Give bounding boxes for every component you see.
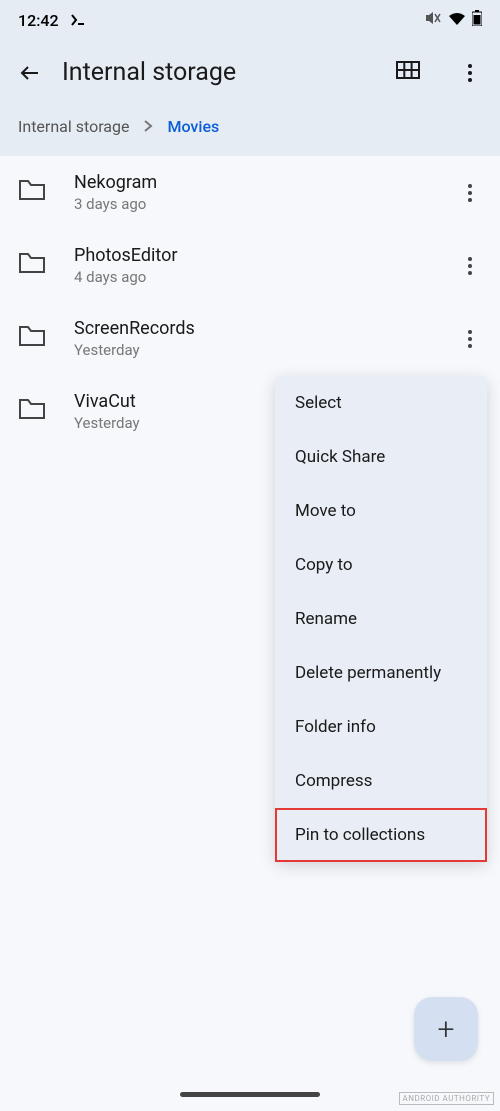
folder-item[interactable]: PhotosEditor 4 days ago bbox=[0, 229, 500, 302]
battery-icon bbox=[472, 10, 482, 30]
folder-item[interactable]: ScreenRecords Yesterday bbox=[0, 302, 500, 375]
terminal-icon bbox=[71, 11, 87, 30]
menu-quick-share[interactable]: Quick Share bbox=[275, 430, 487, 484]
menu-select[interactable]: Select bbox=[275, 376, 487, 430]
add-button[interactable]: + bbox=[414, 997, 478, 1061]
item-menu-button[interactable] bbox=[458, 254, 482, 278]
folder-name: PhotosEditor bbox=[74, 245, 430, 266]
folder-item[interactable]: Nekogram 3 days ago bbox=[0, 156, 500, 229]
status-time: 12:42 bbox=[18, 11, 59, 30]
menu-compress[interactable]: Compress bbox=[275, 754, 487, 808]
breadcrumb: Internal storage Movies bbox=[0, 105, 500, 156]
menu-delete[interactable]: Delete permanently bbox=[275, 646, 487, 700]
folder-icon bbox=[18, 398, 46, 426]
breadcrumb-current[interactable]: Movies bbox=[167, 117, 219, 136]
folder-date: 4 days ago bbox=[74, 268, 430, 286]
wifi-icon bbox=[448, 11, 466, 30]
header: Internal storage bbox=[0, 40, 500, 105]
navigation-handle[interactable] bbox=[180, 1092, 320, 1097]
context-menu: Select Quick Share Move to Copy to Renam… bbox=[275, 376, 487, 862]
folder-date: 3 days ago bbox=[74, 195, 430, 213]
item-menu-button[interactable] bbox=[458, 181, 482, 205]
folder-icon bbox=[18, 325, 46, 353]
menu-copy-to[interactable]: Copy to bbox=[275, 538, 487, 592]
folder-name: Nekogram bbox=[74, 172, 430, 193]
menu-pin-to-collections[interactable]: Pin to collections bbox=[275, 808, 487, 862]
folder-icon bbox=[18, 179, 46, 207]
grid-view-button[interactable] bbox=[396, 61, 420, 85]
folder-icon bbox=[18, 252, 46, 280]
back-button[interactable] bbox=[18, 61, 42, 85]
mute-icon bbox=[424, 10, 442, 30]
item-menu-button[interactable] bbox=[458, 327, 482, 351]
breadcrumb-root[interactable]: Internal storage bbox=[18, 117, 129, 136]
more-options-button[interactable] bbox=[458, 61, 482, 85]
folder-name: ScreenRecords bbox=[74, 318, 430, 339]
menu-folder-info[interactable]: Folder info bbox=[275, 700, 487, 754]
menu-rename[interactable]: Rename bbox=[275, 592, 487, 646]
menu-move-to[interactable]: Move to bbox=[275, 484, 487, 538]
folder-date: Yesterday bbox=[74, 341, 430, 359]
chevron-right-icon bbox=[143, 117, 153, 136]
plus-icon: + bbox=[438, 1012, 455, 1047]
watermark: ANDROID AUTHORITY bbox=[399, 1092, 494, 1105]
page-title: Internal storage bbox=[62, 58, 376, 87]
status-bar: 12:42 bbox=[0, 0, 500, 40]
